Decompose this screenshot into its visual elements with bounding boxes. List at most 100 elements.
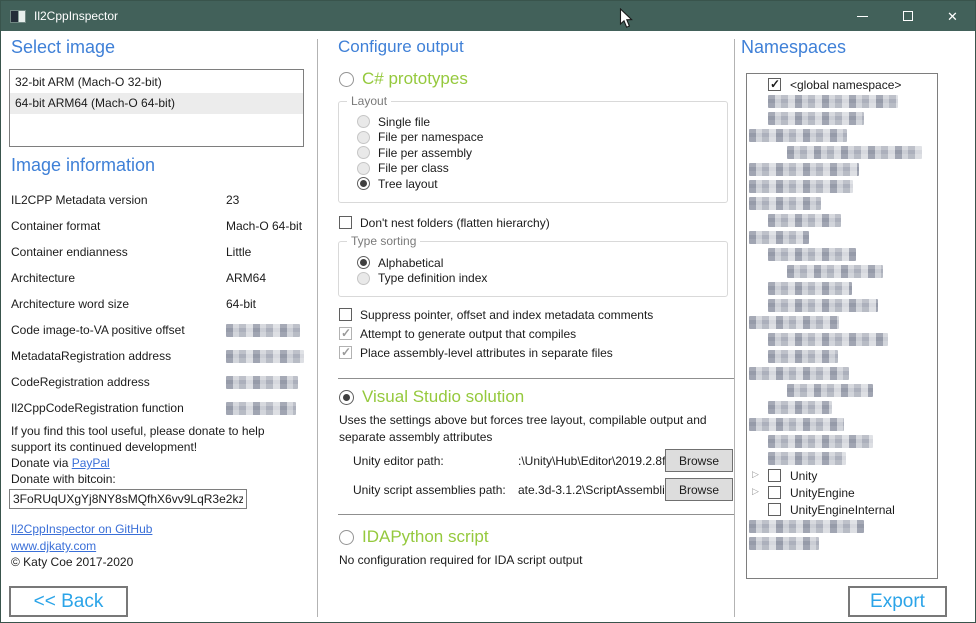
namespace-row[interactable] <box>747 434 937 451</box>
namespace-row[interactable] <box>747 417 937 434</box>
image-list-item[interactable]: 32-bit ARM (Mach-O 32-bit) <box>10 72 303 93</box>
namespace-row[interactable] <box>747 213 937 230</box>
namespace-row[interactable]: ▷UnityEngine <box>747 485 937 502</box>
csharp-prototypes-option[interactable]: C# prototypes <box>339 69 468 89</box>
namespace-checkbox[interactable] <box>768 469 781 482</box>
namespace-row[interactable] <box>747 162 937 179</box>
namespace-row[interactable] <box>747 281 937 298</box>
paypal-link[interactable]: PayPal <box>72 456 110 470</box>
website-link[interactable]: www.djkaty.com <box>11 539 96 553</box>
flatten-checkbox-row[interactable]: Don't nest folders (flatten hierarchy) <box>339 214 550 231</box>
info-label: IL2CPP Metadata version <box>11 193 226 207</box>
idapython-option[interactable]: IDAPython script <box>339 527 489 547</box>
visual-studio-radio[interactable] <box>339 390 354 405</box>
namespace-checkbox[interactable] <box>768 78 781 91</box>
donate-line-1: If you find this tool useful, please don… <box>11 423 311 439</box>
namespace-row[interactable] <box>747 315 937 332</box>
layout-option-row[interactable]: File per assembly <box>357 145 721 161</box>
namespace-row[interactable] <box>747 366 937 383</box>
idapython-radio[interactable] <box>339 530 354 545</box>
image-list-item[interactable]: 64-bit ARM64 (Mach-O 64-bit) <box>10 93 303 114</box>
github-link[interactable]: Il2CppInspector on GitHub <box>11 522 152 536</box>
info-row: Container formatMach-O 64-bit <box>11 213 306 239</box>
layout-option-row[interactable]: Tree layout <box>357 176 721 192</box>
section-divider-2 <box>338 514 734 515</box>
output-checkbox-row[interactable]: Place assembly-level attributes in separ… <box>339 343 653 362</box>
close-icon: ✕ <box>947 10 958 23</box>
layout-option-row[interactable]: File per class <box>357 161 721 177</box>
layout-radio[interactable] <box>357 146 370 159</box>
idapython-label: IDAPython script <box>362 527 489 547</box>
minimize-button[interactable] <box>840 1 885 31</box>
output-checkbox[interactable] <box>339 327 352 340</box>
redacted-value <box>226 376 298 389</box>
output-checkbox-row[interactable]: Attempt to generate output that compiles <box>339 324 653 343</box>
csharp-prototypes-radio[interactable] <box>339 72 354 87</box>
namespace-row[interactable] <box>747 179 937 196</box>
flatten-checkbox[interactable] <box>339 216 352 229</box>
unity-script-browse-button[interactable]: Browse <box>665 478 733 501</box>
layout-groupbox: Layout Single fileFile per namespaceFile… <box>338 101 728 203</box>
idapython-description: No configuration required for IDA script… <box>339 552 582 569</box>
select-image-header: Select image <box>11 37 115 58</box>
redacted-value <box>226 324 300 337</box>
unity-editor-browse-button[interactable]: Browse <box>665 449 733 472</box>
namespace-row[interactable]: <global namespace> <box>747 77 937 94</box>
namespace-row[interactable] <box>747 196 937 213</box>
namespaces-listbox[interactable]: <global namespace> ▷ Unity ▷UnityEngineUnit… <box>746 73 938 579</box>
output-checkbox-row[interactable]: Suppress pointer, offset and index metad… <box>339 305 653 324</box>
namespace-row[interactable] <box>747 264 937 281</box>
namespace-row[interactable] <box>747 400 937 417</box>
namespace-row[interactable] <box>747 451 937 468</box>
namespace-row[interactable]: UnityEngineInternal <box>747 502 937 519</box>
type-sorting-group-label: Type sorting <box>347 234 420 248</box>
namespace-row[interactable] <box>747 145 937 162</box>
redacted-namespace <box>749 129 847 142</box>
info-value-redacted <box>226 402 306 415</box>
layout-radio[interactable] <box>357 177 370 190</box>
namespace-row[interactable] <box>747 536 937 553</box>
info-label: Container endianness <box>11 245 226 259</box>
image-listbox[interactable]: 32-bit ARM (Mach-O 32-bit)64-bit ARM64 (… <box>9 69 304 147</box>
type-sorting-radio[interactable] <box>357 272 370 285</box>
namespace-label: Unity <box>790 469 817 483</box>
namespace-row[interactable] <box>747 111 937 128</box>
export-button[interactable]: Export <box>848 586 947 617</box>
redacted-namespace <box>749 163 859 176</box>
namespace-row[interactable] <box>747 383 937 400</box>
redacted-namespace <box>749 180 853 193</box>
layout-radio[interactable] <box>357 115 370 128</box>
maximize-button[interactable] <box>885 1 930 31</box>
donate-via-label: Donate via <box>11 456 72 470</box>
layout-radio[interactable] <box>357 162 370 175</box>
namespace-row[interactable] <box>747 230 937 247</box>
type-sorting-option-row[interactable]: Alphabetical <box>357 255 721 271</box>
redacted-namespace <box>768 452 846 465</box>
close-button[interactable]: ✕ <box>930 1 975 31</box>
namespace-row[interactable] <box>747 332 937 349</box>
info-row: Architecture word size64-bit <box>11 291 306 317</box>
bitcoin-address-input[interactable] <box>9 489 247 509</box>
redacted-namespace <box>768 95 898 108</box>
output-checkbox[interactable] <box>339 346 352 359</box>
expander-icon[interactable]: ▷ <box>752 469 759 480</box>
layout-option-row[interactable]: File per namespace <box>357 130 721 146</box>
visual-studio-option[interactable]: Visual Studio solution <box>339 387 524 407</box>
namespace-row[interactable] <box>747 128 937 145</box>
back-button[interactable]: << Back <box>9 586 128 617</box>
layout-option-row[interactable]: Single file <box>357 114 721 130</box>
namespace-row[interactable]: ▷ Unity <box>747 468 937 485</box>
namespace-row[interactable] <box>747 298 937 315</box>
expander-icon[interactable]: ▷ <box>752 486 759 497</box>
output-checkbox[interactable] <box>339 308 352 321</box>
namespace-checkbox[interactable] <box>768 486 781 499</box>
namespace-row[interactable] <box>747 247 937 264</box>
type-sorting-option-row[interactable]: Type definition index <box>357 271 721 287</box>
namespace-row[interactable] <box>747 94 937 111</box>
info-row: MetadataRegistration address <box>11 343 306 369</box>
layout-radio[interactable] <box>357 131 370 144</box>
namespace-row[interactable] <box>747 349 937 366</box>
namespace-row[interactable] <box>747 519 937 536</box>
type-sorting-radio[interactable] <box>357 256 370 269</box>
namespace-checkbox[interactable] <box>768 503 781 516</box>
